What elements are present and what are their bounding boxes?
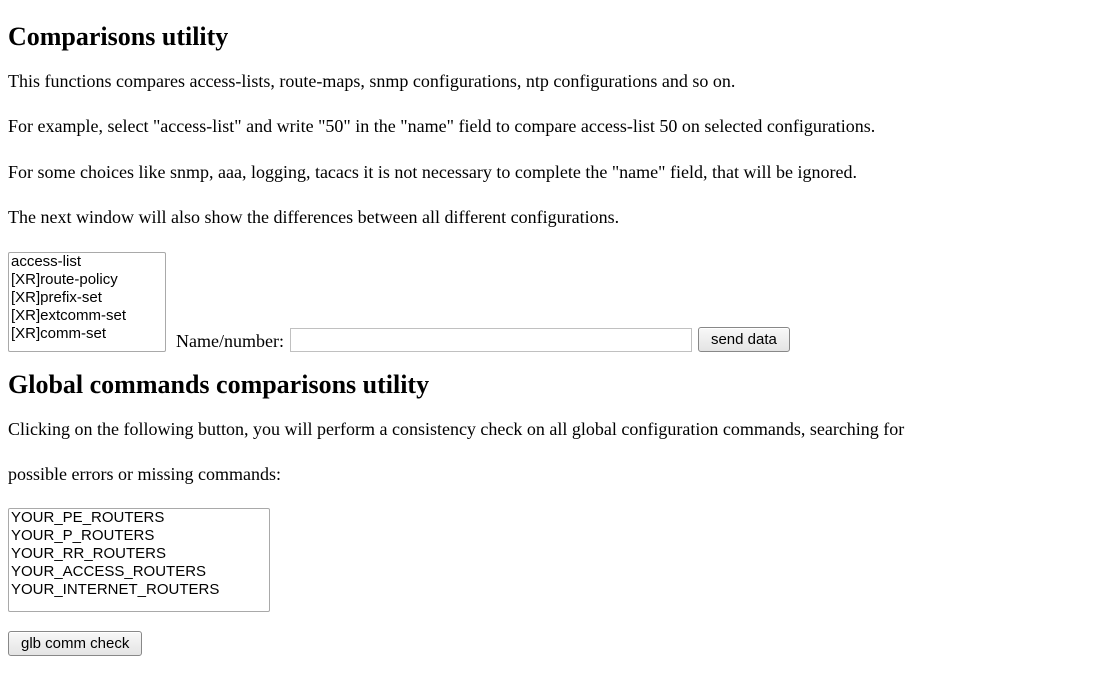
intro-paragraph-2: For example, select "access-list" and wr… bbox=[8, 115, 1092, 138]
select-option[interactable]: YOUR_P_ROUTERS bbox=[9, 527, 269, 545]
select-option[interactable]: YOUR_PE_ROUTERS bbox=[9, 509, 269, 527]
comparison-form-row: access-list[XR]route-policy[XR]prefix-se… bbox=[8, 252, 1092, 352]
select-option[interactable]: [XR]extcomm-set bbox=[9, 307, 165, 325]
global-paragraph-1: Clicking on the following button, you wi… bbox=[8, 418, 1092, 441]
select-option[interactable]: YOUR_INTERNET_ROUTERS bbox=[9, 581, 269, 599]
name-number-label: Name/number: bbox=[176, 331, 284, 352]
select-option[interactable]: [XR]prefix-set bbox=[9, 289, 165, 307]
intro-paragraph-4: The next window will also show the diffe… bbox=[8, 206, 1092, 229]
routers-select[interactable]: YOUR_PE_ROUTERSYOUR_P_ROUTERSYOUR_RR_ROU… bbox=[8, 508, 270, 612]
select-option[interactable]: access-list bbox=[9, 253, 165, 271]
intro-paragraph-1: This functions compares access-lists, ro… bbox=[8, 70, 1092, 93]
name-number-input[interactable] bbox=[290, 328, 692, 352]
select-option[interactable]: [XR]comm-set bbox=[9, 325, 165, 343]
select-option[interactable]: YOUR_ACCESS_ROUTERS bbox=[9, 563, 269, 581]
select-option[interactable]: YOUR_RR_ROUTERS bbox=[9, 545, 269, 563]
glb-button-wrap: glb comm check bbox=[8, 631, 1092, 656]
glb-comm-check-button[interactable]: glb comm check bbox=[8, 631, 142, 656]
intro-paragraph-3: For some choices like snmp, aaa, logging… bbox=[8, 161, 1092, 184]
objecttype-select[interactable]: access-list[XR]route-policy[XR]prefix-se… bbox=[8, 252, 166, 352]
global-commands-heading: Global commands comparisons utility bbox=[8, 370, 1092, 400]
global-paragraph-2: possible errors or missing commands: bbox=[8, 463, 1092, 486]
select-option[interactable]: [XR]route-policy bbox=[9, 271, 165, 289]
send-data-button[interactable]: send data bbox=[698, 327, 790, 352]
comparisons-heading: Comparisons utility bbox=[8, 22, 1092, 52]
